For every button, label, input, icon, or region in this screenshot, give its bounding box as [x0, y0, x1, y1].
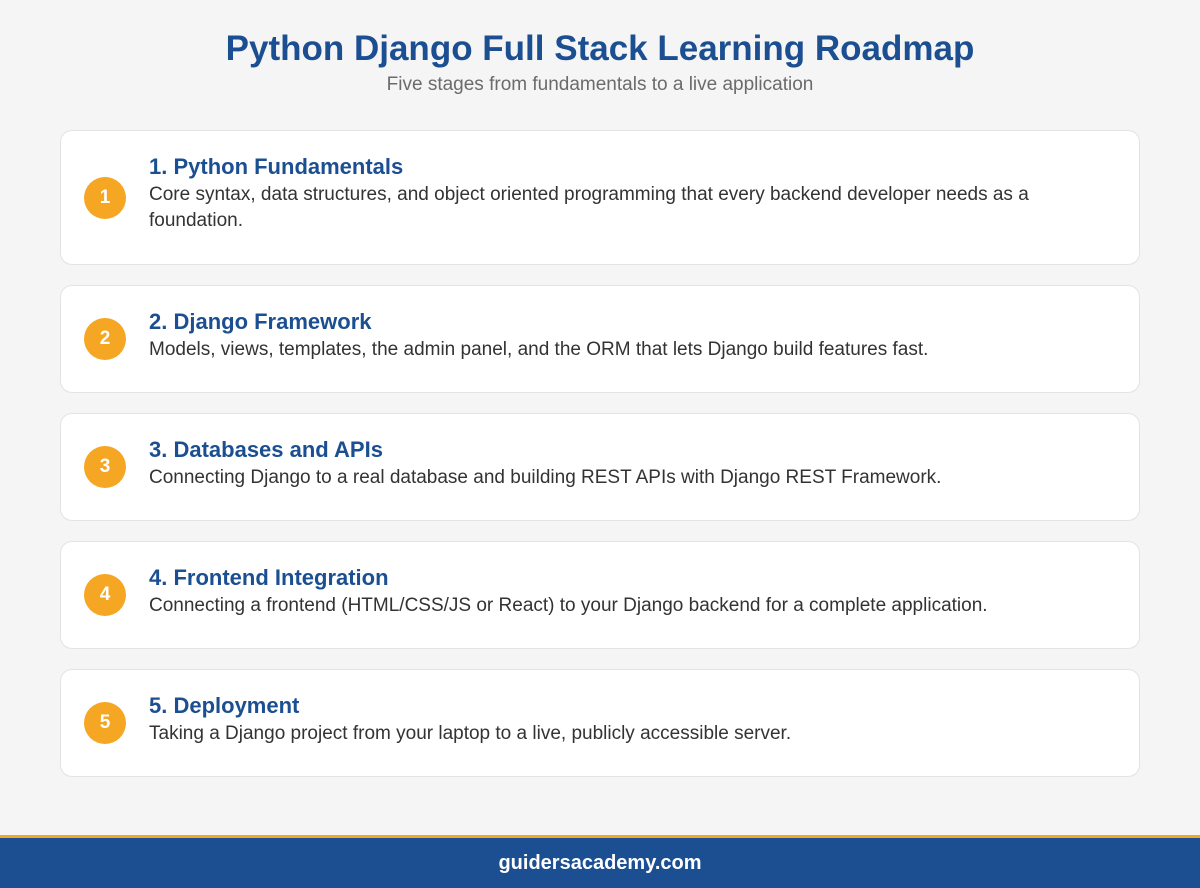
stage-card-4: 4 4. Frontend Integration Connecting a f… — [60, 541, 1140, 649]
stage-list: 1 1. Python Fundamentals Core syntax, da… — [60, 130, 1140, 797]
stage-description: Models, views, templates, the admin pane… — [149, 339, 929, 360]
footer-site-link[interactable]: guidersacademy.com — [498, 852, 701, 874]
stage-title: 4. Frontend Integration — [149, 565, 389, 590]
stage-card-5: 5 5. Deployment Taking a Django project … — [60, 669, 1140, 777]
stage-card-2: 2 2. Django Framework Models, views, tem… — [60, 285, 1140, 393]
stage-number-badge: 1 — [84, 176, 126, 219]
stage-description: Core syntax, data structures, and object… — [149, 184, 1029, 231]
stage-card-1: 1 1. Python Fundamentals Core syntax, da… — [60, 130, 1140, 265]
stage-title: 3. Databases and APIs — [149, 437, 383, 462]
stage-title: 1. Python Fundamentals — [149, 154, 404, 179]
stage-number-badge: 4 — [84, 574, 126, 616]
stage-title: 5. Deployment — [149, 693, 300, 718]
stage-description: Taking a Django project from your laptop… — [149, 723, 792, 744]
stage-title: 2. Django Framework — [149, 309, 372, 334]
stage-number-badge: 5 — [84, 702, 126, 744]
stage-description: Connecting a frontend (HTML/CSS/JS or Re… — [149, 595, 988, 616]
page-subtitle: Five stages from fundamentals to a live … — [386, 74, 814, 95]
stage-card-3: 3 3. Databases and APIs Connecting Djang… — [60, 413, 1140, 521]
stage-description: Connecting Django to a real database and… — [149, 467, 942, 488]
stage-number-badge: 2 — [84, 318, 126, 360]
page-title: Python Django Full Stack Learning Roadma… — [225, 29, 975, 68]
stage-number-badge: 3 — [84, 446, 126, 488]
footer-bar: guidersacademy.com — [0, 835, 1200, 888]
roadmap-page: Python Django Full Stack Learning Roadma… — [0, 0, 1200, 888]
